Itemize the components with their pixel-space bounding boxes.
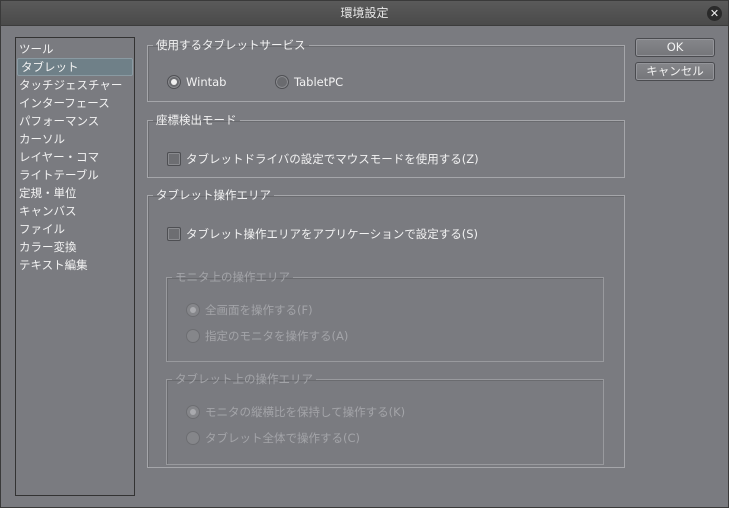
group-label: タブレット操作エリア — [156, 188, 271, 202]
radio-icon — [186, 303, 200, 317]
sidebar-item-performance[interactable]: パフォーマンス — [16, 112, 134, 130]
keep-aspect-radio[interactable]: モニタの縦横比を保持して操作する(K) — [186, 404, 405, 420]
close-icon[interactable]: ✕ — [707, 6, 722, 21]
radio-icon — [167, 75, 181, 89]
sidebar-item-cursor[interactable]: カーソル — [16, 130, 134, 148]
option-label: Wintab — [186, 75, 227, 89]
tablet-sub-area-group: タブレット上の操作エリア モニタの縦横比を保持して操作する(K) タブレット全体… — [166, 371, 604, 465]
sidebar-item-file[interactable]: ファイル — [16, 220, 134, 238]
tablet-area-group: タブレット操作エリア タブレット操作エリアをアプリケーションで設定する(S) モ… — [147, 187, 625, 468]
ok-button[interactable]: OK — [635, 38, 715, 57]
radio-icon — [186, 431, 200, 445]
mouse-mode-checkbox[interactable]: タブレットドライバの設定でマウスモードを使用する(Z) — [167, 151, 479, 167]
sidebar-item-tool[interactable]: ツール — [16, 40, 134, 58]
monitor-area-group: モニタ上の操作エリア 全画面を操作する(F) 指定のモニタを操作する(A) — [166, 269, 604, 362]
wintab-radio[interactable]: Wintab — [167, 75, 226, 89]
radio-icon — [186, 329, 200, 343]
group-label: 使用するタブレットサービス — [156, 38, 306, 52]
option-label: モニタの縦横比を保持して操作する(K) — [205, 405, 406, 419]
group-label: タブレット上の操作エリア — [175, 372, 313, 386]
sidebar-item-light-table[interactable]: ライトテーブル — [16, 166, 134, 184]
checkbox-icon — [167, 152, 181, 166]
dialog-title: 環境設定 — [340, 6, 389, 20]
option-label: タブレット全体で操作する(C) — [205, 431, 361, 445]
group-label: 座標検出モード — [156, 113, 237, 127]
option-label: タブレット操作エリアをアプリケーションで設定する(S) — [186, 227, 479, 241]
whole-tablet-radio[interactable]: タブレット全体で操作する(C) — [186, 430, 360, 446]
cancel-button[interactable]: キャンセル — [635, 62, 715, 81]
checkbox-icon — [167, 227, 181, 241]
app-area-checkbox[interactable]: タブレット操作エリアをアプリケーションで設定する(S) — [167, 226, 478, 242]
option-label: TabletPC — [294, 75, 344, 89]
sidebar-item-ruler-unit[interactable]: 定規・単位 — [16, 184, 134, 202]
preferences-dialog: 環境設定 ✕ ツール タブレット タッチジェスチャー インターフェース パフォー… — [0, 0, 729, 508]
sidebar-item-canvas[interactable]: キャンバス — [16, 202, 134, 220]
sidebar-item-color-conversion[interactable]: カラー変換 — [16, 238, 134, 256]
sidebar-item-tablet[interactable]: タブレット — [17, 58, 133, 76]
tablet-service-group: 使用するタブレットサービス Wintab TabletPC — [147, 37, 625, 102]
full-screen-radio[interactable]: 全画面を操作する(F) — [186, 302, 313, 318]
option-label: タブレットドライバの設定でマウスモードを使用する(Z) — [186, 152, 479, 166]
title-bar[interactable]: 環境設定 ✕ — [1, 1, 728, 26]
category-list: ツール タブレット タッチジェスチャー インターフェース パフォーマンス カーソ… — [15, 37, 135, 496]
radio-icon — [275, 75, 289, 89]
sidebar-item-touch-gesture[interactable]: タッチジェスチャー — [16, 76, 134, 94]
specified-monitor-radio[interactable]: 指定のモニタを操作する(A) — [186, 328, 348, 344]
sidebar-item-interface[interactable]: インターフェース — [16, 94, 134, 112]
sidebar-item-layer-frame[interactable]: レイヤー・コマ — [16, 148, 134, 166]
tabletpc-radio[interactable]: TabletPC — [275, 75, 343, 89]
option-label: 全画面を操作する(F) — [205, 303, 313, 317]
sidebar-item-text-edit[interactable]: テキスト編集 — [16, 256, 134, 274]
option-label: 指定のモニタを操作する(A) — [205, 329, 349, 343]
coordinate-mode-group: 座標検出モード タブレットドライバの設定でマウスモードを使用する(Z) — [147, 112, 625, 178]
radio-icon — [186, 405, 200, 419]
group-label: モニタ上の操作エリア — [175, 270, 290, 284]
